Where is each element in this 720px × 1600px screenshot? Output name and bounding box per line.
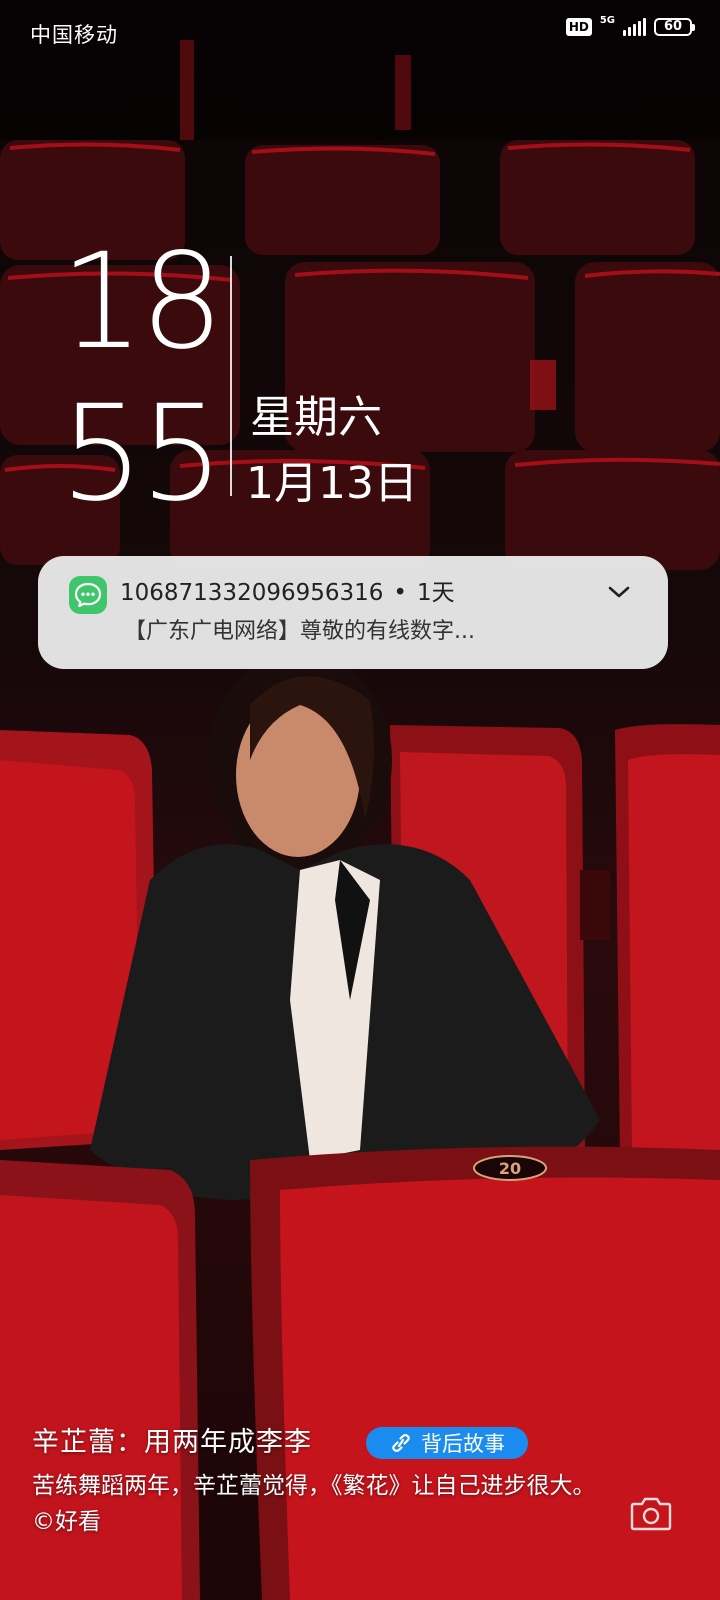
wallpaper-caption-description: 苦练舞蹈两年，辛芷蕾觉得，《繁花》让自己进步很大。©好看 (32, 1473, 596, 1535)
wallpaper-caption-title: 辛芷蕾：用两年成李李 (32, 1427, 312, 1458)
clock-hours: 18 (60, 225, 224, 379)
notification-header: 106871332096956316 • 1天 (120, 578, 455, 608)
sms-notification-card[interactable]: 106871332096956316 • 1天 【广东广电网络】尊敬的有线数字... (38, 556, 668, 669)
battery-level: 60 (663, 19, 683, 34)
camera-icon[interactable] (630, 1494, 672, 1532)
signal-strength-icon (623, 18, 646, 36)
story-behind-button[interactable]: 背后故事 (366, 1427, 528, 1459)
status-icons: HD 5G 60 (565, 15, 695, 36)
story-behind-label: 背后故事 (421, 1432, 505, 1456)
status-bar: 中国移动 HD 5G 60 (0, 0, 720, 66)
hd-voice-icon: HD (565, 18, 592, 36)
carrier-name: 中国移动 (30, 23, 118, 47)
weekday-label: 星期六 (250, 392, 382, 443)
chevron-down-icon[interactable] (606, 582, 632, 602)
battery-icon: 60 (654, 18, 695, 36)
notification-body: 【广东广电网络】尊敬的有线数字... (124, 619, 475, 644)
network-type-label: 5G (599, 15, 615, 26)
svg-text:20: 20 (499, 1159, 521, 1178)
link-icon (392, 1434, 410, 1452)
message-bubble-icon (69, 576, 107, 614)
notification-sender: 106871332096956316 (120, 580, 384, 606)
notification-separator: • (393, 580, 407, 606)
clock-minutes: 55 (60, 377, 224, 531)
notification-time: 1天 (416, 580, 455, 606)
clock-divider (230, 256, 232, 496)
date-label: 1月13日 (246, 458, 418, 509)
